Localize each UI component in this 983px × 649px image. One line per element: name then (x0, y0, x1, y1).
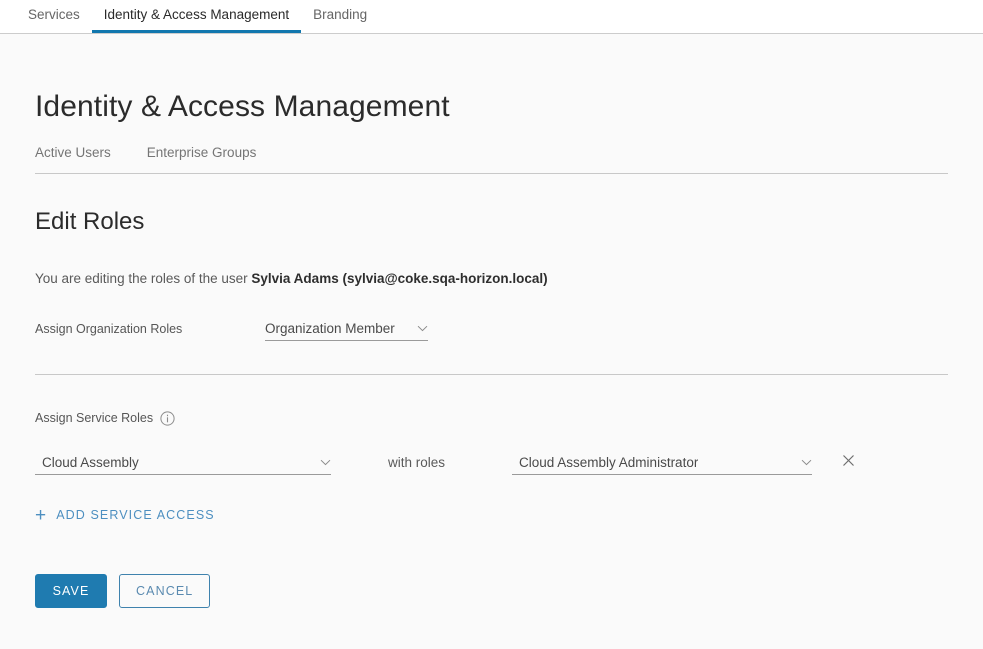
plus-icon: + (35, 504, 48, 526)
edit-roles-description: You are editing the roles of the user Sy… (35, 236, 948, 286)
service-select-value: Cloud Assembly (42, 454, 139, 470)
save-button[interactable]: Save (35, 573, 107, 608)
service-select[interactable]: Cloud Assembly (35, 451, 331, 475)
service-roles-header: Assign Service Roles (35, 375, 948, 426)
form-actions: Save Cancel (35, 526, 948, 608)
close-icon (842, 454, 855, 472)
top-tab-bar: Services Identity & Access Management Br… (0, 0, 983, 34)
section-title-edit-roles: Edit Roles (35, 207, 145, 235)
subtab-active-users[interactable]: Active Users (35, 146, 111, 173)
tab-branding[interactable]: Branding (301, 7, 379, 34)
sub-tab-bar: Active Users Enterprise Groups (35, 146, 948, 174)
with-roles-label: with roles (388, 455, 446, 470)
intro-prefix-text: You are editing the roles of the user (35, 270, 252, 286)
page-title: Identity & Access Management (35, 90, 450, 123)
organization-role-select[interactable]: Organization Member (265, 317, 428, 341)
add-service-access-label: Add Service Access (56, 508, 215, 522)
table-row: Cloud Assembly with roles Cloud Assembly… (35, 426, 948, 475)
organization-roles-label: Assign Organization Roles (35, 321, 183, 336)
tab-identity-access-management[interactable]: Identity & Access Management (91, 7, 302, 33)
chevron-down-icon (407, 325, 428, 332)
organization-role-value: Organization Member (265, 320, 395, 336)
main-content: Identity & Access Management Active User… (0, 34, 983, 608)
tab-services[interactable]: Services (16, 7, 92, 34)
service-role-value: Cloud Assembly Administrator (519, 454, 699, 470)
service-role-select[interactable]: Cloud Assembly Administrator (512, 451, 812, 475)
chevron-down-icon (791, 459, 812, 466)
organization-roles-row: Assign Organization Roles Organization M… (35, 286, 948, 341)
add-service-access-button[interactable]: + Add Service Access (35, 506, 215, 525)
subtab-enterprise-groups[interactable]: Enterprise Groups (147, 146, 257, 173)
remove-service-access-button[interactable] (839, 454, 857, 472)
chevron-down-icon (310, 459, 331, 466)
info-circle-icon[interactable] (160, 410, 175, 426)
cancel-button[interactable]: Cancel (119, 573, 211, 608)
service-roles-label: Assign Service Roles (35, 411, 154, 425)
intro-user-identity: Sylvia Adams (sylvia@coke.sqa-horizon.lo… (251, 270, 548, 286)
